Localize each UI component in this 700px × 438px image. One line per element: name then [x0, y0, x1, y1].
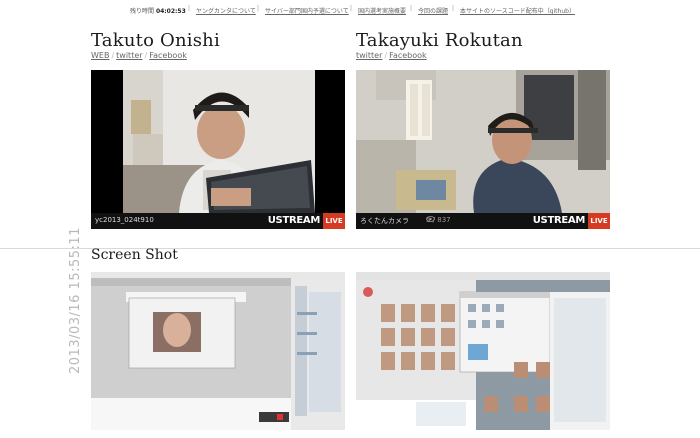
nav-separator: |	[410, 5, 413, 12]
nav-link-selection-overview[interactable]: 国内選考実施概要	[358, 6, 406, 15]
nav-separator: |	[350, 5, 353, 12]
contestant-links: WEB / twitter / Facebook	[91, 51, 187, 60]
nav-link-cyber-qualifier[interactable]: サイバー部門国内予選について	[265, 6, 349, 15]
contestant-name: Takuto Onishi	[91, 30, 220, 51]
contestant-2-header: Takayuki Rokutan twitter / Facebook	[356, 30, 610, 61]
nav-separator: |	[452, 5, 455, 12]
webcam-video-frame	[356, 70, 610, 229]
contestant-2-screenshot[interactable]	[356, 272, 610, 430]
viewer-count: 5 / 837	[426, 216, 451, 224]
remaining-time-label: 残り時間	[130, 8, 155, 15]
remaining-time: 残り時間 04:02:53	[130, 6, 186, 15]
screenshot-timestamp: 2013/03/16 15:55:11	[68, 227, 83, 374]
ustream-logo[interactable]: USTREAM	[268, 215, 321, 226]
ustream-bar: ろくたんカメラ 5 / 837 USTREAM LIVE	[356, 213, 610, 229]
contestant-1-ustream-player[interactable]: yc2013_024t910 USTREAM LIVE	[91, 70, 345, 229]
nav-link-about-youth[interactable]: ヤングカンタについて	[196, 6, 256, 15]
contestant-1-header: Takuto Onishi WEB / twitter / Facebook	[91, 30, 345, 61]
contestant-links: twitter / Facebook	[356, 51, 427, 60]
desktop-screenshot-image	[356, 272, 610, 430]
desktop-screenshot-image	[91, 272, 345, 430]
stream-channel-name: yc2013_024t910	[95, 216, 154, 224]
ustream-bar: yc2013_024t910 USTREAM LIVE	[91, 213, 345, 229]
live-badge: LIVE	[588, 213, 610, 229]
facebook-link[interactable]: Facebook	[149, 51, 187, 60]
twitter-link[interactable]: twitter	[116, 51, 142, 60]
nav-separator: |	[257, 5, 260, 12]
eye-icon	[426, 216, 435, 222]
screenshot-section-title: Screen Shot	[91, 247, 178, 263]
contestant-2-ustream-player[interactable]: ろくたんカメラ 5 / 837 USTREAM LIVE	[356, 70, 610, 229]
facebook-link[interactable]: Facebook	[389, 51, 427, 60]
stream-channel-name: ろくたんカメラ	[360, 217, 409, 225]
nav-separator: |	[188, 5, 191, 12]
webcam-video-frame	[91, 70, 345, 229]
top-nav: 残り時間 04:02:53 | ヤングカンタについて | サイバー部門国内予選に…	[0, 5, 700, 17]
nav-link-source-code[interactable]: 本サイトのソースコード配布中（github）	[460, 6, 575, 15]
remaining-time-value: 04:02:53	[155, 8, 186, 15]
nav-link-task[interactable]: 今回の課題	[418, 6, 448, 15]
twitter-link[interactable]: twitter	[356, 51, 382, 60]
ustream-logo[interactable]: USTREAM	[533, 215, 586, 226]
web-link[interactable]: WEB	[91, 51, 109, 60]
live-badge: LIVE	[323, 213, 345, 229]
contestant-1-screenshot[interactable]	[91, 272, 345, 430]
contestant-name: Takayuki Rokutan	[356, 30, 523, 51]
